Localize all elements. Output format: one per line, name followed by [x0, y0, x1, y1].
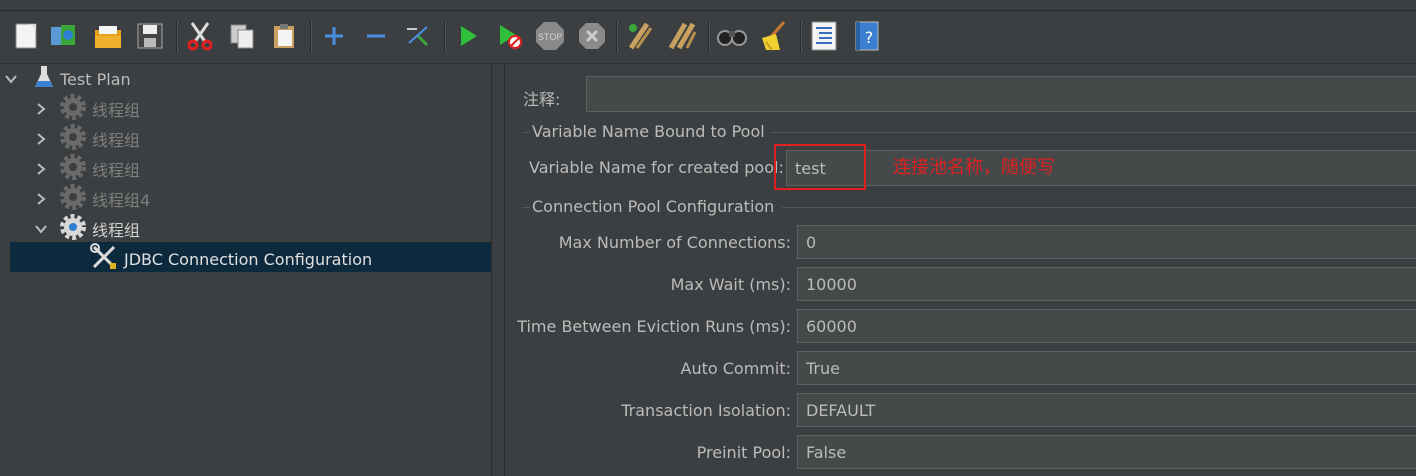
chevron-right-icon[interactable]: [34, 132, 48, 146]
split-pane-divider[interactable]: [492, 64, 505, 476]
comment-field[interactable]: [586, 76, 1416, 112]
chevron-down-icon[interactable]: [4, 72, 18, 86]
tree-node-jdbc-config[interactable]: JDBC Connection Configuration: [90, 243, 373, 275]
gear-icon: [60, 184, 86, 214]
gear-icon: [60, 154, 86, 184]
preinit-pool-label: Preinit Pool:: [696, 443, 791, 462]
svg-text:?: ?: [865, 28, 874, 47]
wrench-screwdriver-icon: [90, 243, 118, 275]
chevron-right-icon[interactable]: [34, 162, 48, 176]
auto-commit-label: Auto Commit:: [680, 359, 791, 378]
collapse-icon[interactable]: [360, 19, 392, 53]
stop-icon[interactable]: STOP: [534, 19, 566, 53]
tree-node-label: 线程组: [92, 101, 141, 120]
function-helper-icon[interactable]: [808, 19, 840, 53]
max-wait-field[interactable]: 10000: [797, 267, 1416, 301]
annotation-note: 连接池名称，随便写: [893, 157, 1055, 178]
tree-node-label: 线程组4: [92, 191, 151, 210]
section-pool-config: Connection Pool Configuration: [532, 197, 775, 216]
tree-node-label: 线程组: [92, 161, 141, 180]
menu-bar: [0, 0, 1416, 11]
templates-icon[interactable]: [48, 19, 80, 53]
gear-icon: [60, 214, 86, 244]
tree-node-label: 线程组: [92, 221, 141, 240]
open-icon[interactable]: [92, 19, 124, 53]
new-icon[interactable]: [10, 19, 42, 53]
chevron-right-icon[interactable]: [34, 192, 48, 206]
variable-name-field[interactable]: test: [786, 150, 1416, 186]
search-icon[interactable]: [716, 19, 748, 53]
tree-node-label: Test Plan: [60, 69, 131, 89]
max-wait-label: Max Wait (ms):: [670, 275, 791, 294]
tree-node-thread-group-2[interactable]: 线程组: [60, 124, 140, 154]
eviction-runs-field[interactable]: 60000: [797, 309, 1416, 343]
gear-icon: [60, 124, 86, 154]
start-no-pauses-icon[interactable]: [494, 19, 526, 53]
transaction-isolation-label: Transaction Isolation:: [621, 401, 791, 420]
clear-all-icon[interactable]: [666, 19, 698, 53]
shutdown-icon[interactable]: [576, 19, 608, 53]
toolbar: STOP ?: [0, 11, 1416, 64]
copy-icon[interactable]: [226, 19, 258, 53]
toggle-icon[interactable]: [402, 19, 434, 53]
clear-icon[interactable]: [624, 19, 656, 53]
chevron-right-icon[interactable]: [34, 102, 48, 116]
tree-node-thread-group-5[interactable]: 线程组: [60, 214, 140, 244]
tree-node-thread-group-1[interactable]: 线程组: [60, 94, 140, 124]
reset-search-icon[interactable]: [758, 19, 790, 53]
preinit-pool-select[interactable]: False: [797, 435, 1416, 469]
flask-icon: [34, 65, 54, 93]
jdbc-config-form: 注释: Variable Name Bound to Pool Variable…: [506, 64, 1416, 476]
save-icon[interactable]: [134, 19, 166, 53]
section-variable-name: Variable Name Bound to Pool: [532, 122, 765, 141]
auto-commit-select[interactable]: True: [797, 351, 1416, 385]
transaction-isolation-select[interactable]: DEFAULT: [797, 393, 1416, 427]
eviction-runs-label: Time Between Eviction Runs (ms):: [517, 317, 791, 336]
expand-icon[interactable]: [318, 19, 350, 53]
svg-text:STOP: STOP: [538, 33, 562, 43]
max-connections-label: Max Number of Connections:: [558, 233, 791, 252]
comment-label: 注释:: [523, 90, 561, 109]
tree-node-label: JDBC Connection Configuration: [124, 249, 373, 269]
help-icon[interactable]: ?: [850, 19, 882, 53]
annotation-highlight-box: [774, 144, 866, 190]
gear-icon: [60, 94, 86, 124]
variable-name-label: Variable Name for created pool:: [529, 158, 784, 177]
cut-icon[interactable]: [184, 19, 216, 53]
tree-node-label: 线程组: [92, 131, 141, 150]
tree-node-thread-group-4[interactable]: 线程组4: [60, 184, 150, 214]
chevron-down-icon[interactable]: [34, 222, 48, 236]
tree-node-test-plan[interactable]: Test Plan: [34, 64, 131, 94]
tree-node-thread-group-3[interactable]: 线程组: [60, 154, 140, 184]
paste-icon[interactable]: [268, 19, 300, 53]
start-icon[interactable]: [452, 19, 484, 53]
test-plan-tree: Test Plan 线程组 线程组 线程组 线程组4 线程组 JDBC Conn…: [0, 64, 492, 476]
max-connections-field[interactable]: 0: [797, 225, 1416, 259]
